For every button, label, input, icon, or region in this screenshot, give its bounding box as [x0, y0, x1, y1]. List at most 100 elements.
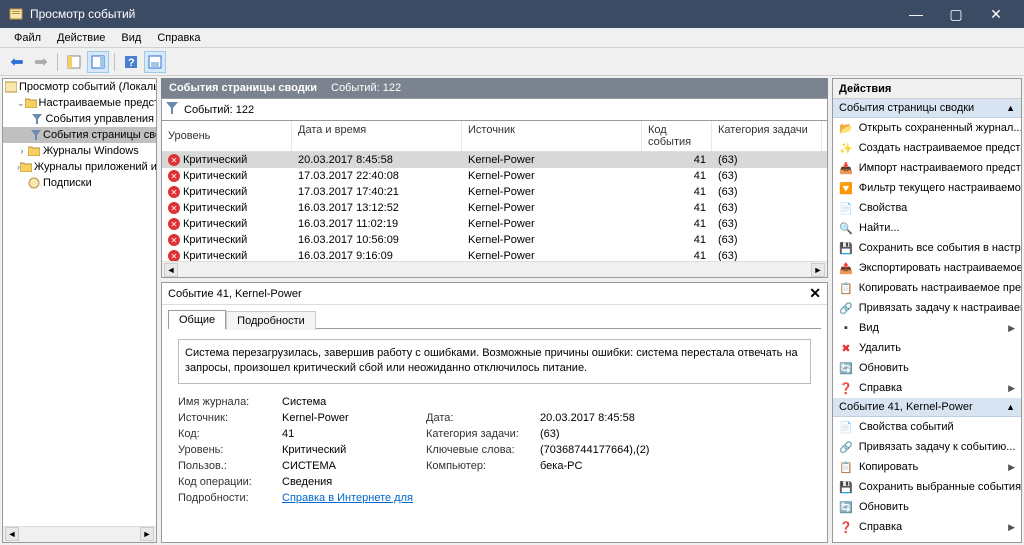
tree-custom-views[interactable]: ⌄ Настраиваемые представле: [3, 95, 156, 111]
filter-icon[interactable]: [166, 102, 178, 117]
svg-text:?: ?: [128, 57, 135, 69]
navigation-tree: Просмотр событий (Локальны ⌄ Настраиваем…: [2, 78, 157, 543]
action-icon: ❓: [839, 381, 853, 395]
content-header: События страницы сводки Событий: 122: [161, 78, 828, 98]
action-item[interactable]: 📤Экспортировать настраиваемое ...: [833, 258, 1021, 278]
content-title: События страницы сводки: [169, 82, 317, 94]
column-event-id[interactable]: Код события: [642, 121, 712, 151]
column-source[interactable]: Источник: [462, 121, 642, 151]
actions-title: Действия: [833, 79, 1021, 99]
tree-windows-logs[interactable]: › Журналы Windows: [3, 143, 156, 159]
grid-row[interactable]: ✕Критический16.03.2017 11:02:19Kernel-Po…: [162, 216, 827, 232]
tree-app-logs[interactable]: › Журналы приложений и сл: [3, 159, 156, 175]
actions-section-1[interactable]: События страницы сводки ▲: [833, 99, 1021, 118]
action-item[interactable]: 🔗Привязать задачу к настраиваем...: [833, 298, 1021, 318]
action-item[interactable]: ✨Создать настраиваемое представ...: [833, 138, 1021, 158]
actions-section-2[interactable]: Событие 41, Kernel-Power ▲: [833, 398, 1021, 417]
action-icon: 🔄: [839, 361, 853, 375]
filter-icon: [31, 128, 41, 142]
grid-hscrollbar[interactable]: ◄►: [162, 261, 827, 277]
close-detail-button[interactable]: ✕: [809, 285, 821, 302]
event-detail-pane: Событие 41, Kernel-Power ✕ Общие Подробн…: [161, 282, 828, 543]
grid-header: Уровень Дата и время Источник Код событи…: [162, 121, 827, 152]
action-icon: 📋: [839, 281, 853, 295]
action-item[interactable]: ❓Справка▶: [833, 517, 1021, 537]
critical-icon: ✕: [168, 186, 180, 198]
tab-details[interactable]: Подробности: [226, 311, 316, 330]
window-title: Просмотр событий: [30, 7, 896, 21]
action-item[interactable]: 💾Сохранить все события в настраи...: [833, 238, 1021, 258]
help-button[interactable]: ?: [120, 51, 142, 73]
action-item[interactable]: 🔄Обновить: [833, 497, 1021, 517]
grid-row[interactable]: ✕Критический16.03.2017 9:16:09Kernel-Pow…: [162, 248, 827, 261]
detail-title: Событие 41, Kernel-Power: [168, 288, 302, 300]
action-icon: 📤: [839, 261, 853, 275]
action-item[interactable]: 📄Свойства: [833, 198, 1021, 218]
action-icon: 🔗: [839, 440, 853, 454]
action-item[interactable]: ❓Справка▶: [833, 378, 1021, 398]
action-icon: ✖: [839, 341, 853, 355]
show-tree-button[interactable]: [63, 51, 85, 73]
action-item[interactable]: 📂Открыть сохраненный журнал...: [833, 118, 1021, 138]
submenu-icon: ▶: [1008, 383, 1015, 394]
critical-icon: ✕: [168, 154, 180, 166]
toolbar-button-5[interactable]: [144, 51, 166, 73]
grid-row[interactable]: ✕Критический17.03.2017 22:40:08Kernel-Po…: [162, 168, 827, 184]
tree-hscrollbar[interactable]: ◄►: [3, 526, 156, 542]
maximize-button[interactable]: ▢: [936, 0, 976, 28]
critical-icon: ✕: [168, 202, 180, 214]
action-item[interactable]: 📋Копировать▶: [833, 457, 1021, 477]
action-item[interactable]: 🔍Найти...: [833, 218, 1021, 238]
tree-summary-events[interactable]: События страницы сво: [3, 127, 156, 143]
submenu-icon: ▶: [1008, 522, 1015, 533]
action-item[interactable]: 🔄Обновить: [833, 358, 1021, 378]
action-item[interactable]: 💾Сохранить выбранные события...: [833, 477, 1021, 497]
expand-icon[interactable]: ›: [17, 146, 27, 156]
grid-row[interactable]: ✕Критический17.03.2017 17:40:21Kernel-Po…: [162, 184, 827, 200]
action-icon: 🔗: [839, 301, 853, 315]
action-item[interactable]: ✖Удалить: [833, 338, 1021, 358]
tab-general[interactable]: Общие: [168, 310, 226, 329]
action-icon: 📄: [839, 201, 853, 215]
help-link[interactable]: Справка в Интернете для: [282, 492, 811, 504]
event-info-grid: Имя журнала: Система Источник: Kernel-Po…: [178, 396, 811, 504]
menu-help[interactable]: Справка: [149, 32, 208, 44]
action-icon: ▪: [839, 321, 853, 335]
toolbar: ⬅ ➡ ?: [0, 48, 1024, 76]
menu-file[interactable]: Файл: [6, 32, 49, 44]
grid-row[interactable]: ✕Критический16.03.2017 13:12:52Kernel-Po…: [162, 200, 827, 216]
action-icon: 📄: [839, 420, 853, 434]
minimize-button[interactable]: —: [896, 0, 936, 28]
close-button[interactable]: ✕: [976, 0, 1016, 28]
action-item[interactable]: 🔗Привязать задачу к событию...: [833, 437, 1021, 457]
action-item[interactable]: 🔽Фильтр текущего настраиваемог...: [833, 178, 1021, 198]
action-item[interactable]: ▪Вид▶: [833, 318, 1021, 338]
column-task[interactable]: Категория задачи: [712, 121, 822, 151]
tree-root[interactable]: Просмотр событий (Локальны: [3, 79, 156, 95]
action-item[interactable]: 📥Импорт настраиваемого предста...: [833, 158, 1021, 178]
show-actions-button[interactable]: [87, 51, 109, 73]
action-icon: ✨: [839, 141, 853, 155]
menu-view[interactable]: Вид: [113, 32, 149, 44]
filter-icon: [31, 112, 44, 126]
folder-icon: [25, 96, 37, 110]
action-item[interactable]: 📋Копировать настраиваемое пред...: [833, 278, 1021, 298]
detail-tabs: Общие Подробности: [162, 305, 827, 328]
critical-icon: ✕: [168, 250, 180, 261]
collapse-icon[interactable]: ⌄: [17, 98, 25, 109]
menu-action[interactable]: Действие: [49, 32, 113, 44]
column-datetime[interactable]: Дата и время: [292, 121, 462, 151]
action-icon: ❓: [839, 520, 853, 534]
grid-row[interactable]: ✕Критический16.03.2017 10:56:09Kernel-Po…: [162, 232, 827, 248]
tree-subscriptions[interactable]: › Подписки: [3, 175, 156, 191]
back-button[interactable]: ⬅: [6, 51, 28, 73]
forward-button[interactable]: ➡: [30, 51, 52, 73]
action-item[interactable]: 📄Свойства событий: [833, 417, 1021, 437]
filter-bar: Событий: 122: [161, 98, 828, 120]
menubar: Файл Действие Вид Справка: [0, 28, 1024, 48]
tree-admin-events[interactable]: События управления: [3, 111, 156, 127]
column-level[interactable]: Уровень: [162, 121, 292, 151]
grid-row[interactable]: ✕Критический20.03.2017 8:45:58Kernel-Pow…: [162, 152, 827, 168]
event-description: Система перезагрузилась, завершив работу…: [178, 339, 811, 384]
action-icon: 📂: [839, 121, 853, 135]
